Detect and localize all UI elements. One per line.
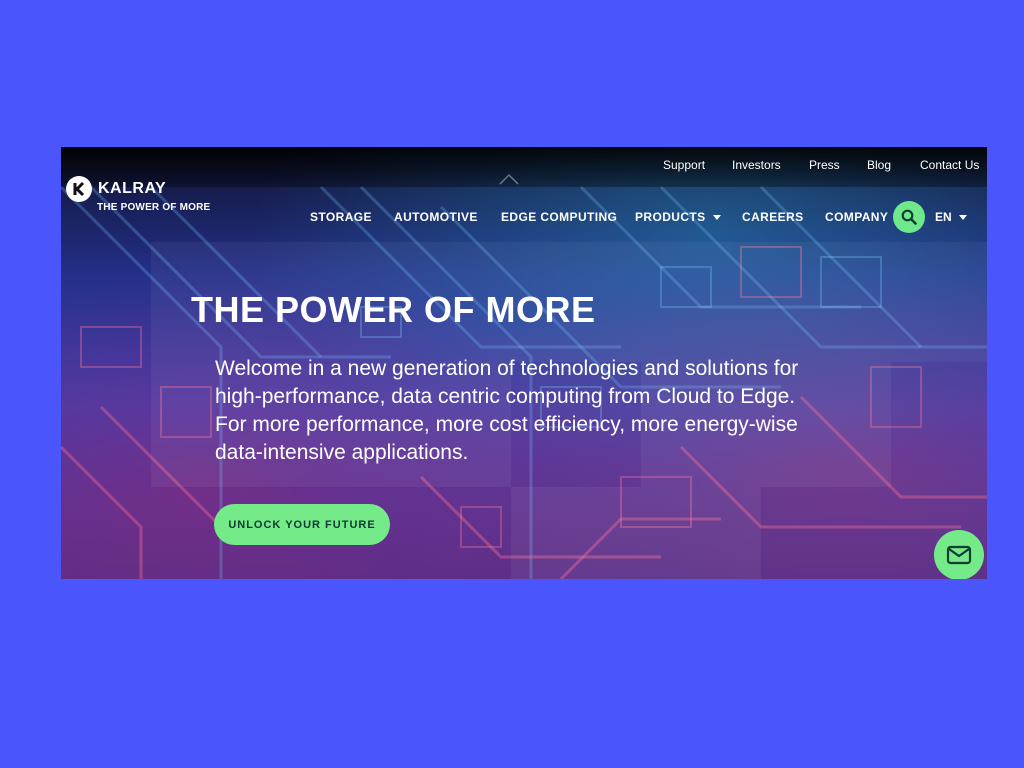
caret-up-decoration	[499, 173, 519, 185]
language-label: EN	[935, 210, 952, 224]
nav-item-automotive[interactable]: AUTOMOTIVE	[394, 210, 478, 224]
nav-item-label: STORAGE	[310, 210, 372, 224]
contact-mail-button[interactable]	[934, 530, 984, 579]
search-icon	[901, 209, 917, 225]
nav-item-label: CAREERS	[742, 210, 804, 224]
nav-item-storage[interactable]: STORAGE	[310, 210, 372, 224]
search-button[interactable]	[893, 201, 925, 233]
nav-item-edge-computing[interactable]: EDGE COMPUTING	[501, 210, 617, 224]
hero-description: Welcome in a new generation of technolog…	[215, 357, 799, 464]
brand-logo[interactable]: KALRAY	[66, 176, 166, 202]
website-screenshot: KALRAY THE POWER OF MORE Support Investo…	[61, 147, 987, 579]
top-bar	[61, 147, 987, 187]
unlock-your-future-button[interactable]: UNLOCK YOUR FUTURE	[214, 504, 390, 545]
language-selector[interactable]: EN	[935, 210, 967, 224]
chevron-down-icon	[958, 214, 967, 220]
util-link-press[interactable]: Press	[809, 158, 840, 172]
nav-item-label: PRODUCTS	[635, 210, 706, 224]
mail-icon	[946, 545, 972, 565]
kalray-k-logo-icon	[66, 176, 92, 202]
brand-tagline: THE POWER OF MORE	[97, 202, 211, 213]
background-tile	[756, 242, 987, 362]
util-link-support[interactable]: Support	[663, 158, 705, 172]
util-link-investors[interactable]: Investors	[732, 158, 781, 172]
util-link-blog[interactable]: Blog	[867, 158, 891, 172]
nav-item-label: AUTOMOTIVE	[394, 210, 478, 224]
chevron-down-icon	[712, 214, 721, 220]
util-link-contact-us[interactable]: Contact Us	[920, 158, 979, 172]
nav-item-careers[interactable]: CAREERS	[742, 210, 803, 224]
brand-name: KALRAY	[98, 180, 167, 197]
nav-item-products[interactable]: PRODUCTS	[635, 210, 721, 224]
nav-item-company[interactable]: COMPANY	[825, 210, 888, 224]
nav-item-label: COMPANY	[825, 210, 889, 224]
background-tile	[511, 487, 761, 579]
nav-item-label: EDGE COMPUTING	[501, 210, 618, 224]
hero-title: THE POWER OF MORE	[191, 289, 596, 330]
